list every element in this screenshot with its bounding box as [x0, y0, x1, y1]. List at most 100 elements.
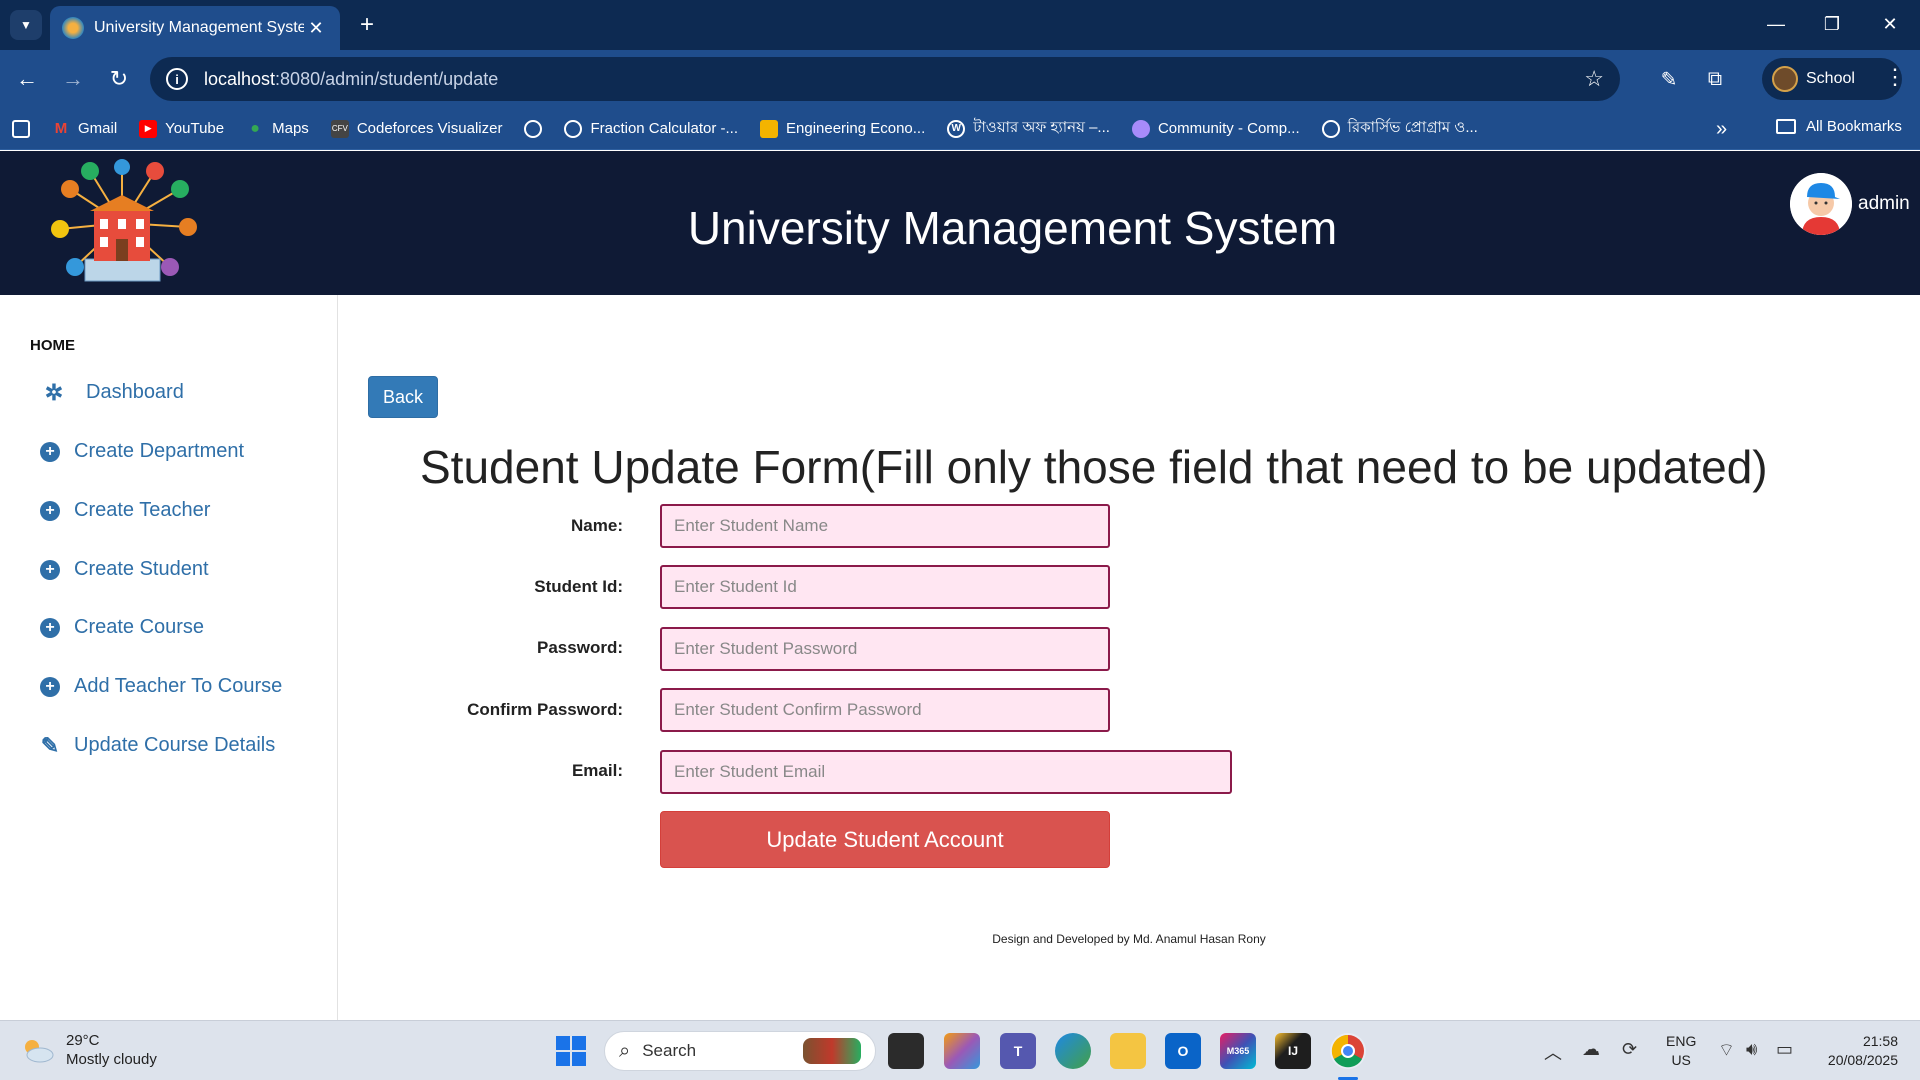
chrome-icon[interactable]: [1330, 1033, 1366, 1069]
task-view-icon[interactable]: [888, 1033, 924, 1069]
show-hidden-icons[interactable]: ︿: [1544, 1039, 1562, 1065]
bookmark-codeforces[interactable]: CFV Codeforces Visualizer: [330, 119, 502, 138]
address-bar[interactable]: i localhost:8080/admin/student/update ☆: [150, 57, 1620, 101]
profile-avatar: [1772, 66, 1798, 92]
sidebar-item-create-student[interactable]: + Create Student: [40, 558, 209, 581]
footer-credit: Design and Developed by Md. Anamul Hasan…: [992, 932, 1266, 946]
close-tab-icon[interactable]: ✕: [304, 18, 328, 39]
close-window-icon[interactable]: ✕: [1870, 8, 1910, 40]
bookmark-fraction-calculator[interactable]: Fraction Calculator -...: [564, 119, 738, 138]
confirm-password-field[interactable]: [660, 688, 1110, 732]
app-title: University Management System: [687, 202, 1338, 254]
copilot-icon[interactable]: [944, 1033, 980, 1069]
search-icon: ⌕: [619, 1039, 631, 1062]
sidebar-item-label: Create Department: [74, 440, 245, 462]
plus-circle-icon: +: [40, 559, 60, 580]
sidebar-item-create-department[interactable]: + Create Department: [40, 440, 244, 463]
sidebar-item-dashboard[interactable]: ✲ Dashboard: [44, 379, 184, 405]
password-field[interactable]: [660, 627, 1110, 671]
bookmark-engineering[interactable]: Engineering Econo...: [760, 119, 925, 138]
tab-search-button[interactable]: ▼: [10, 10, 42, 40]
intellij-icon[interactable]: IJ: [1275, 1033, 1311, 1069]
sidebar-item-add-teacher-to-course[interactable]: + Add Teacher To Course: [40, 675, 282, 698]
teams-icon[interactable]: T: [1000, 1033, 1036, 1069]
form-title: Student Update Form(Fill only those fiel…: [420, 441, 1768, 493]
sidebar-item-label: Create Course: [74, 616, 205, 638]
bookmark-globe[interactable]: [524, 119, 543, 138]
back-button[interactable]: Back: [368, 376, 438, 418]
bookmark-maps[interactable]: ● Maps: [246, 120, 309, 138]
language-indicator[interactable]: ENG US: [1666, 1032, 1696, 1070]
globe-icon: [564, 119, 583, 138]
bookmarks-bar: M Gmail ▶ YouTube ● Maps CFV Codeforces Visu…: [0, 108, 1920, 150]
back-arrow-icon[interactable]: ←: [12, 64, 42, 94]
name-label: Name:: [571, 516, 623, 535]
sidebar: HOME ✲ Dashboard + Create Department + C…: [0, 295, 338, 1020]
sidebar-item-label: Add Teacher To Course: [74, 675, 283, 697]
eyedropper-icon[interactable]: ✎: [1654, 64, 1684, 94]
edge-icon[interactable]: [1055, 1033, 1091, 1069]
weather-temp: 29°C: [66, 1032, 100, 1049]
onedrive-icon[interactable]: ☁: [1582, 1039, 1600, 1060]
windows-start-icon[interactable]: [556, 1036, 586, 1066]
extensions-icon[interactable]: ⧉: [1700, 64, 1730, 94]
weather-desc: Mostly cloudy: [66, 1051, 157, 1068]
bookmark-community[interactable]: Community - Comp...: [1131, 119, 1300, 138]
battery-icon[interactable]: ▭: [1776, 1039, 1793, 1060]
volume-icon[interactable]: 🔊︎: [1746, 1039, 1757, 1060]
sync-icon[interactable]: ⟳: [1622, 1039, 1637, 1060]
all-bookmarks-button[interactable]: All Bookmarks: [1776, 118, 1902, 135]
more-menu-icon[interactable]: ⋮: [1880, 64, 1910, 90]
email-label: Email:: [571, 761, 623, 780]
wifi-icon[interactable]: ⌔: [1718, 1039, 1735, 1062]
classroom-icon: [760, 119, 778, 138]
bookmark-star-icon[interactable]: ☆: [1584, 66, 1604, 92]
reload-icon[interactable]: ↻: [104, 64, 134, 94]
site-info-icon[interactable]: i: [166, 68, 188, 90]
sidebar-item-create-teacher[interactable]: + Create Teacher: [40, 499, 210, 522]
user-name: admin: [1858, 193, 1910, 214]
tab-title: University Management System: [94, 19, 304, 36]
sidebar-item-create-course[interactable]: + Create Course: [40, 616, 204, 639]
restore-icon[interactable]: ❐: [1812, 8, 1852, 40]
more-bookmarks-icon[interactable]: »: [1716, 118, 1727, 141]
sidebar-item-label: Create Teacher: [74, 499, 211, 521]
apps-grid-icon[interactable]: [12, 119, 30, 138]
gmail-icon: M: [54, 120, 68, 137]
clock[interactable]: 21:58 20/08/2025: [1806, 1032, 1898, 1070]
bookmark-youtube[interactable]: ▶ YouTube: [139, 119, 224, 138]
bookmark-recursive[interactable]: রিকার্সিভ প্রোগ্রাম ও...: [1321, 116, 1478, 141]
site-favicon-icon: [62, 17, 84, 39]
url-path: :8080/admin/student/update: [275, 68, 499, 89]
m365-icon[interactable]: M365: [1220, 1033, 1256, 1069]
folder-icon: [1776, 119, 1796, 134]
search-label: Search: [642, 1041, 697, 1060]
minimize-icon[interactable]: —: [1756, 8, 1796, 40]
bookmark-gmail[interactable]: M Gmail: [52, 120, 117, 138]
dashboard-icon: ✲: [44, 379, 64, 405]
search-highlight-icon: [803, 1038, 861, 1064]
email-field[interactable]: [660, 750, 1232, 794]
update-student-account-button[interactable]: Update Student Account: [660, 811, 1110, 868]
plus-circle-icon: +: [40, 500, 60, 521]
forward-arrow-icon[interactable]: →: [58, 64, 88, 94]
student-id-field[interactable]: [660, 565, 1110, 609]
confirm-password-label: Confirm Password:: [467, 700, 623, 719]
taskbar-search[interactable]: ⌕ Search: [604, 1031, 876, 1071]
outlook-icon[interactable]: O: [1165, 1033, 1201, 1069]
student-id-label: Student Id:: [534, 577, 623, 596]
browser-tab-bar: ▼ University Management System ✕ + — ❐ ✕: [0, 0, 1920, 50]
bookmark-tower-of-hanoi[interactable]: W টাওয়ার অফ হ্যানয় –...: [947, 116, 1110, 141]
maps-icon: ●: [250, 119, 260, 137]
sidebar-item-update-course-details[interactable]: ✎ Update Course Details: [40, 733, 275, 758]
user-avatar-icon: [1790, 173, 1852, 235]
globe-icon: [524, 119, 543, 138]
name-field[interactable]: [660, 504, 1110, 548]
browser-toolbar: ← → ↻ i localhost:8080/admin/student/upd…: [0, 50, 1920, 108]
user-menu[interactable]: admin: [1790, 173, 1910, 235]
url-host: localhost: [204, 68, 276, 89]
new-tab-button[interactable]: +: [352, 10, 382, 40]
weather-widget[interactable]: 29°C Mostly cloudy: [20, 1031, 157, 1069]
file-explorer-icon[interactable]: [1110, 1033, 1146, 1069]
browser-tab[interactable]: University Management System ✕: [50, 6, 340, 50]
